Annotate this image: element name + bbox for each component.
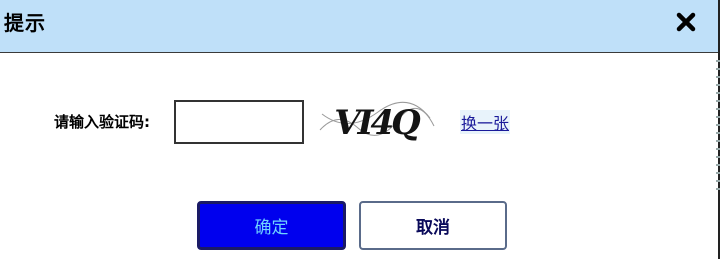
close-icon[interactable] <box>672 8 700 36</box>
dialog-titlebar: 提示 <box>0 0 718 53</box>
captcha-dialog: 提示 请输入验证码: VI4Q 换一张 确定 取消 <box>0 0 720 259</box>
captcha-label: 请输入验证码: <box>54 113 150 131</box>
cancel-button[interactable]: 取消 <box>359 201 507 250</box>
captcha-text: VI4Q <box>334 103 421 143</box>
dialog-title: 提示 <box>4 11 46 35</box>
confirm-button-label: 确定 <box>254 218 289 238</box>
captcha-input[interactable] <box>174 100 304 144</box>
border-decoration <box>716 60 720 190</box>
refresh-captcha-link[interactable]: 换一张 <box>460 110 511 134</box>
cancel-button-label: 取消 <box>416 218 450 238</box>
captcha-image[interactable]: VI4Q <box>318 100 436 144</box>
confirm-button[interactable]: 确定 <box>197 201 346 250</box>
